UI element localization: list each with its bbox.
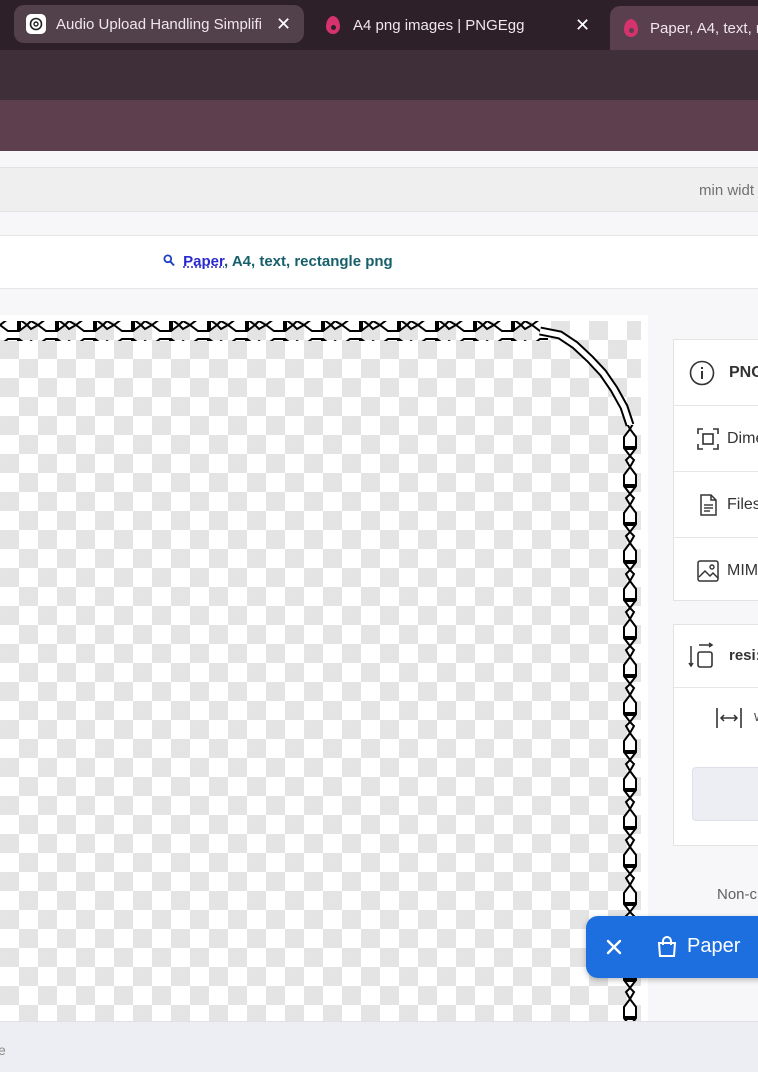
breadcrumb: Paper, A4, text, rectangle png <box>0 235 758 289</box>
width-field[interactable]: w <box>716 705 758 731</box>
resize-panel: resi: w <box>673 624 758 846</box>
tab-title: Paper, A4, text, r <box>650 19 758 37</box>
close-icon[interactable] <box>600 933 628 961</box>
filter-bar: min widt <box>0 167 758 212</box>
image-info-panel: PNG Dime Files MIM <box>673 339 758 601</box>
breadcrumb-text: Paper, A4, text, rectangle png <box>163 253 393 270</box>
tab-paper-a4-active[interactable]: Paper, A4, text, r <box>610 6 758 50</box>
width-arrows-icon <box>716 708 742 728</box>
tab-title: Audio Upload Handling Simplifi <box>56 15 262 33</box>
pngegg-icon <box>326 16 340 34</box>
dimensions-icon <box>697 427 719 450</box>
min-width-filter[interactable]: min widt <box>699 182 754 199</box>
tab-audio-upload[interactable]: Audio Upload Handling Simplifi ✕ <box>14 5 304 43</box>
image-preview[interactable] <box>0 315 648 1025</box>
bookmarks-bar <box>0 100 758 151</box>
filesize-row: Files <box>674 472 758 538</box>
resize-icon <box>688 642 714 668</box>
fab-label: Paper <box>687 935 741 957</box>
file-icon <box>700 493 717 516</box>
mime-label: MIM <box>727 562 758 579</box>
tab-title: A4 png images | PNGEgg <box>353 16 525 34</box>
resize-header: resi: <box>674 625 758 688</box>
resize-button[interactable] <box>692 767 758 821</box>
floating-paper-button[interactable]: Paper <box>586 916 758 978</box>
breadcrumb-link-paper[interactable]: Paper <box>183 253 224 270</box>
search-icon <box>163 253 183 270</box>
browser-tab-bar: Audio Upload Handling Simplifi ✕ A4 png … <box>0 0 758 50</box>
dimensions-label: Dime <box>727 429 758 447</box>
info-header: PNG <box>674 340 758 406</box>
close-icon[interactable]: ✕ <box>276 14 291 35</box>
license-notice: Non-c <box>717 886 758 903</box>
tab-pngegg-a4[interactable]: A4 png images | PNGEgg ✕ <box>312 6 602 44</box>
image-icon <box>697 560 719 582</box>
decorative-chain-border-image <box>0 321 641 1025</box>
pngegg-icon <box>624 19 638 37</box>
breadcrumb-rest: , A4, text, rectangle png <box>224 253 393 270</box>
resize-title: resi: <box>729 647 758 664</box>
shopping-bag-icon <box>657 936 677 957</box>
info-icon <box>689 360 715 385</box>
status-text: e <box>0 1042 6 1058</box>
format-label: PNG <box>729 363 758 381</box>
dimensions-row: Dime <box>674 406 758 472</box>
address-toolbar <box>0 50 758 100</box>
status-bar: e <box>0 1021 758 1072</box>
width-label: w <box>754 708 758 725</box>
chatgpt-icon <box>26 14 46 34</box>
mime-row: MIM <box>674 538 758 604</box>
close-icon[interactable]: ✕ <box>575 15 590 36</box>
filesize-label: Files <box>727 495 758 513</box>
